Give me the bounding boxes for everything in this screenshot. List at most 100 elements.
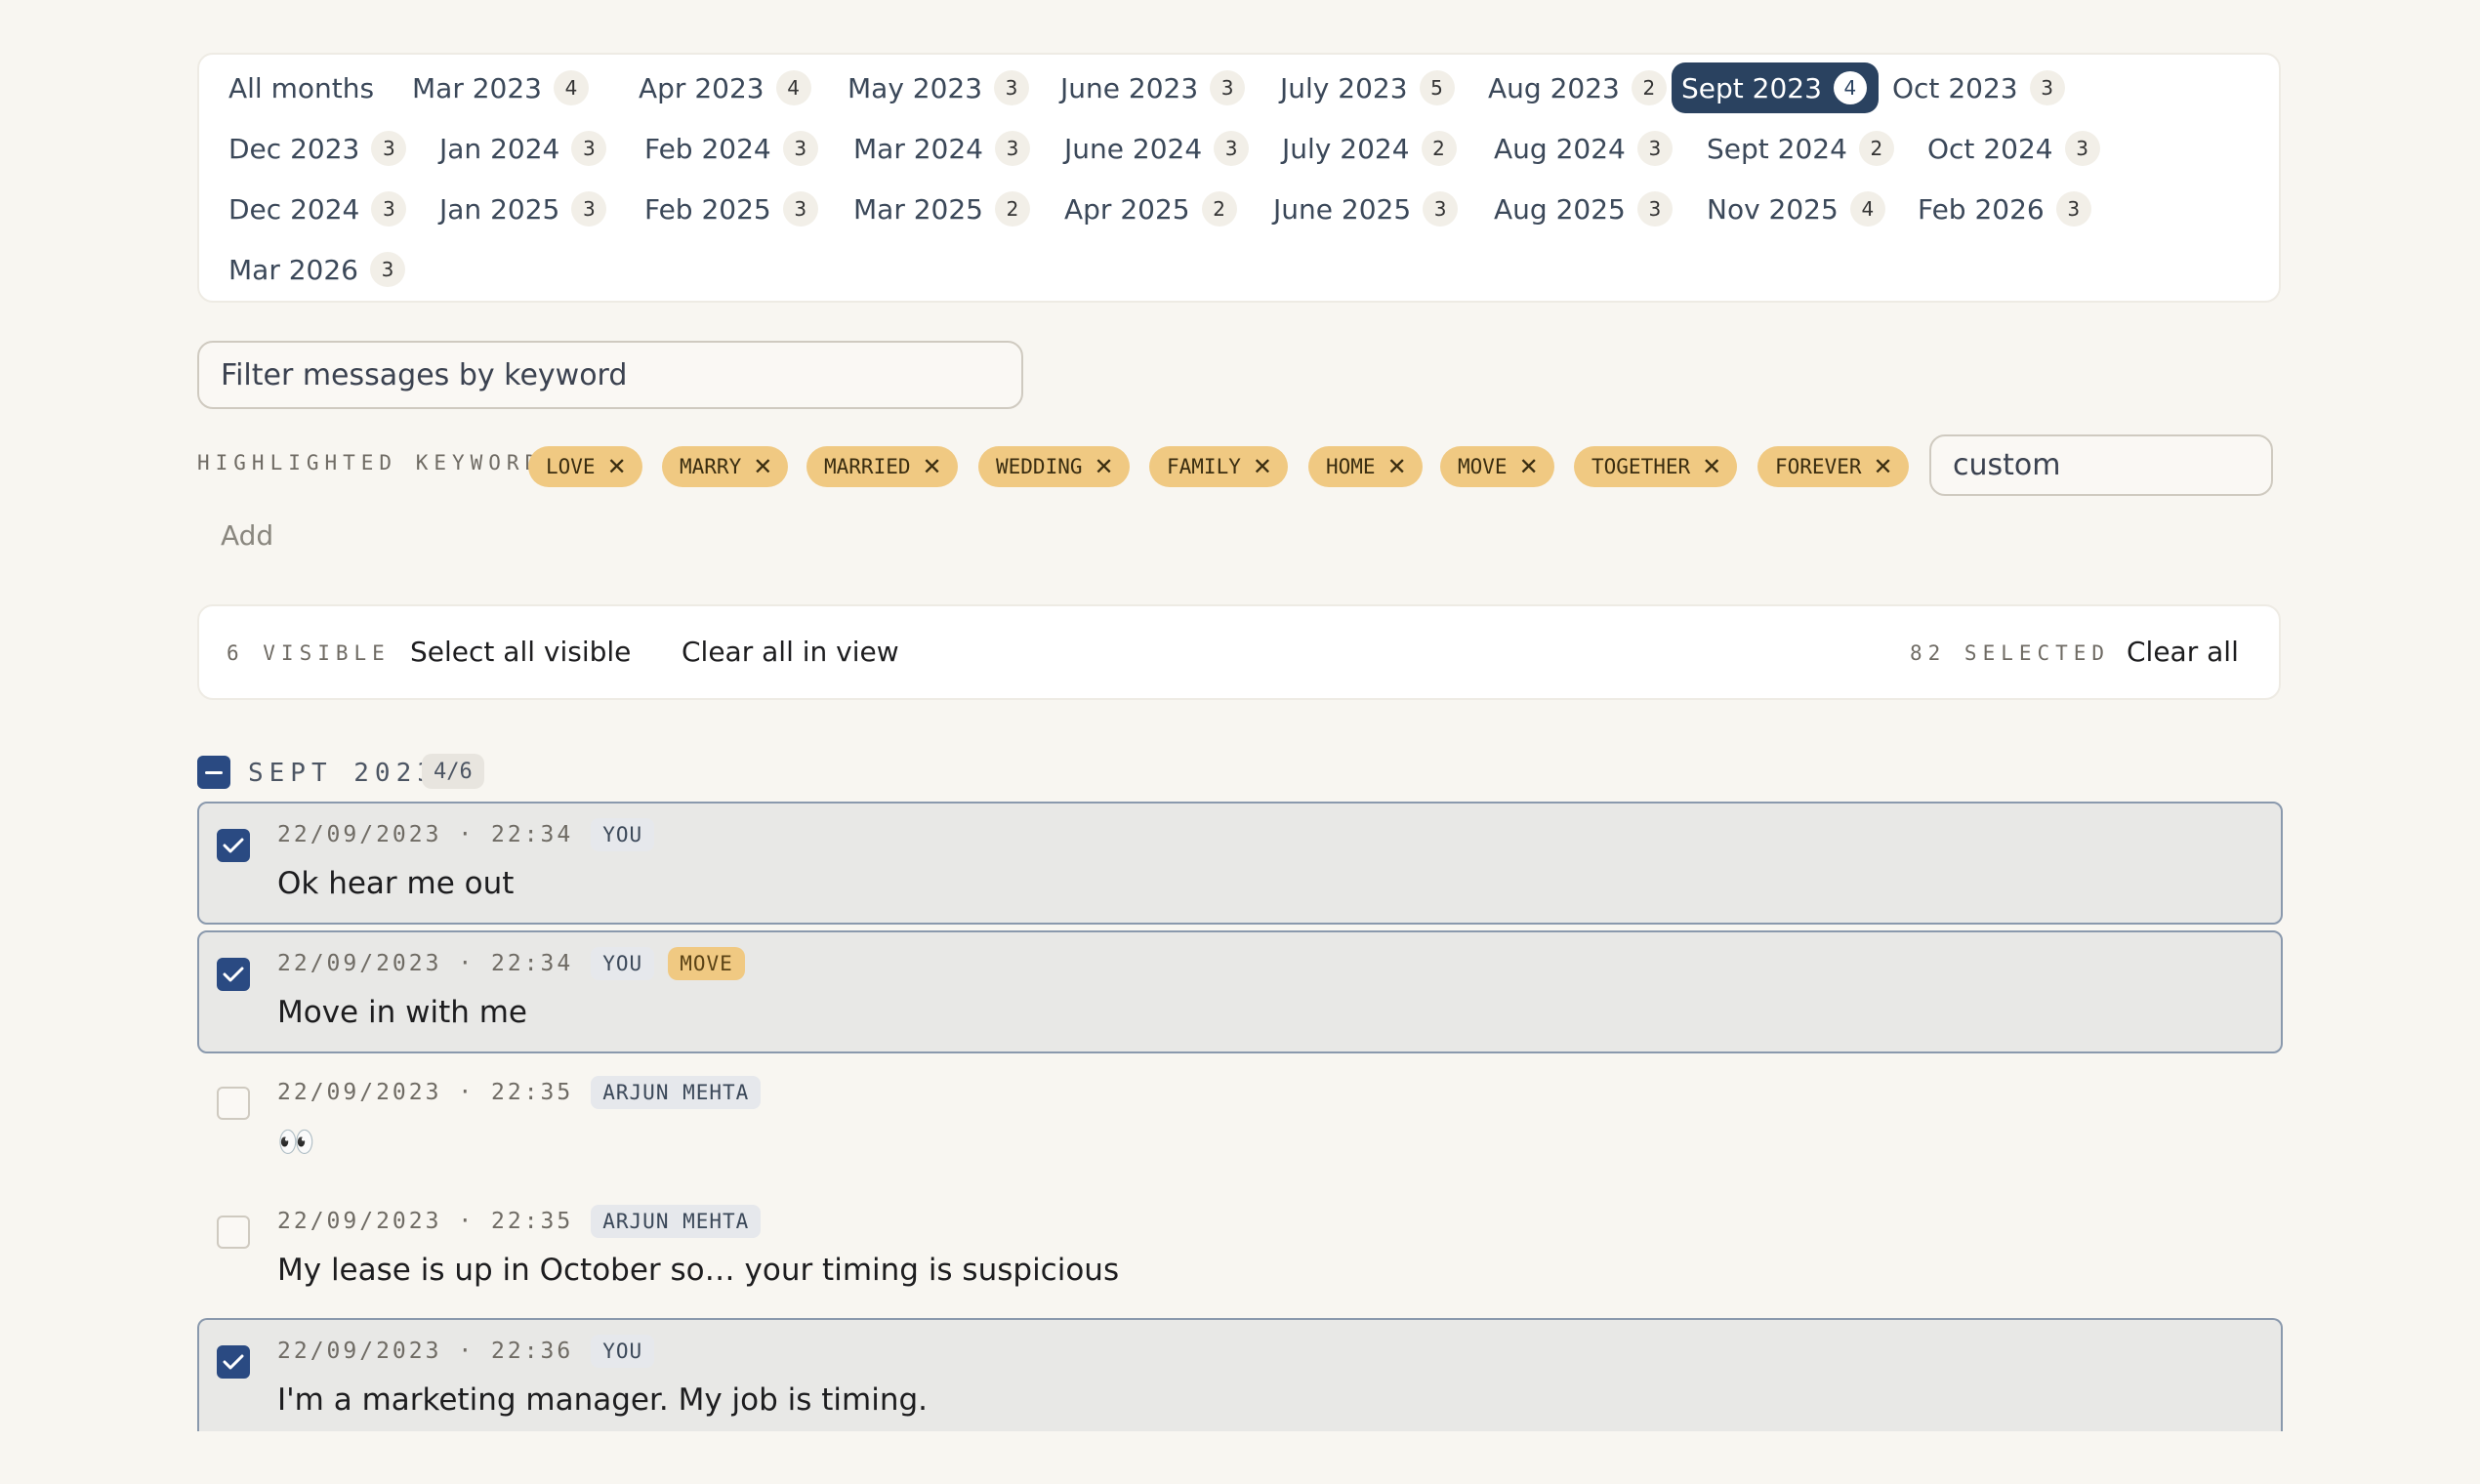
month-jan-2025[interactable]: Jan 2025 3 xyxy=(430,184,618,234)
month-label: All months xyxy=(228,71,375,104)
keyword-chip-marry[interactable]: MARRY ✕ xyxy=(662,446,789,487)
message-row[interactable]: 22/09/2023 · 22:35 ARJUN MEHTA My lease … xyxy=(197,1188,2283,1311)
selected-count: 82 SELECTED xyxy=(1910,641,2111,665)
month-label: Aug 2023 xyxy=(1488,71,1620,104)
month-feb-2024[interactable]: Feb 2024 3 xyxy=(635,123,830,174)
month-mar-2026[interactable]: Mar 2026 3 xyxy=(219,244,417,295)
message-text: My lease is up in October so… your timin… xyxy=(277,1253,1120,1288)
keyword-chip-move[interactable]: MOVE ✕ xyxy=(1440,446,1554,487)
message-row[interactable]: 22/09/2023 · 22:35 ARJUN MEHTA 👀 xyxy=(197,1059,2283,1182)
month-feb-2026[interactable]: Feb 2026 3 xyxy=(1908,184,2103,234)
month-sept-2023[interactable]: Sept 2023 4 xyxy=(1672,62,1879,113)
month-nov-2025[interactable]: Nov 2025 4 xyxy=(1697,184,1897,234)
keyword-chip-label: HOME xyxy=(1326,455,1376,478)
month-aug-2024[interactable]: Aug 2024 3 xyxy=(1484,123,1684,174)
remove-keyword-icon[interactable]: ✕ xyxy=(1387,453,1407,480)
message-checkbox[interactable] xyxy=(217,1087,250,1120)
keyword-chip-wedding[interactable]: WEDDING ✕ xyxy=(978,446,1130,487)
remove-keyword-icon[interactable]: ✕ xyxy=(923,453,942,480)
message-row[interactable]: 22/09/2023 · 22:36 YOU I'm a marketing m… xyxy=(197,1318,2283,1431)
month-label: Mar 2023 xyxy=(412,71,542,104)
month-june-2025[interactable]: June 2025 3 xyxy=(1263,184,1469,234)
month-mar-2023[interactable]: Mar 2023 4 xyxy=(402,62,600,113)
keyword-chip-forever[interactable]: FOREVER ✕ xyxy=(1757,446,1909,487)
group-select-checkbox[interactable] xyxy=(197,756,230,789)
keyword-filter-input[interactable] xyxy=(197,341,1023,409)
keyword-chip-love[interactable]: LOVE ✕ xyxy=(528,446,642,487)
message-timestamp: 22/09/2023 · 22:35 xyxy=(277,1209,574,1234)
month-aug-2025[interactable]: Aug 2025 3 xyxy=(1484,184,1684,234)
message-checkbox[interactable] xyxy=(217,958,250,991)
month-count: 2 xyxy=(1631,70,1667,105)
message-text: Ok hear me out xyxy=(277,866,515,901)
message-text: Move in with me xyxy=(277,995,527,1030)
message-row[interactable]: 22/09/2023 · 22:34 YOU MOVE Move in with… xyxy=(197,930,2283,1053)
remove-keyword-icon[interactable]: ✕ xyxy=(1702,453,1721,480)
keyword-chip-family[interactable]: FAMILY ✕ xyxy=(1149,446,1288,487)
message-checkbox[interactable] xyxy=(217,1345,250,1379)
month-count: 3 xyxy=(571,191,607,227)
month-dec-2023[interactable]: Dec 2023 3 xyxy=(219,123,418,174)
month-count: 3 xyxy=(1636,191,1673,227)
month-count: 3 xyxy=(1423,191,1459,227)
month-may-2023[interactable]: May 2023 3 xyxy=(838,62,1041,113)
month-july-2023[interactable]: July 2023 5 xyxy=(1270,62,1467,113)
month-dec-2024[interactable]: Dec 2024 3 xyxy=(219,184,418,234)
message-checkbox[interactable] xyxy=(217,1216,250,1249)
select-all-visible-button[interactable]: Select all visible xyxy=(410,636,631,668)
message-text: 👀 xyxy=(277,1125,315,1160)
month-mar-2024[interactable]: Mar 2024 3 xyxy=(844,123,1042,174)
month-aug-2023[interactable]: Aug 2023 2 xyxy=(1478,62,1678,113)
month-sept-2024[interactable]: Sept 2024 2 xyxy=(1697,123,1906,174)
month-label: Dec 2024 xyxy=(228,192,360,226)
month-label: Feb 2025 xyxy=(644,192,771,226)
keyword-chip-home[interactable]: HOME ✕ xyxy=(1308,446,1423,487)
month-feb-2025[interactable]: Feb 2025 3 xyxy=(635,184,830,234)
highlighted-keywords-label: HIGHLIGHTED KEYWORDS xyxy=(197,451,561,474)
clear-all-button[interactable]: Clear all xyxy=(2127,636,2239,668)
month-oct-2023[interactable]: Oct 2023 3 xyxy=(1882,62,2077,113)
month-apr-2025[interactable]: Apr 2025 2 xyxy=(1054,184,1249,234)
month-label: Feb 2024 xyxy=(644,132,771,165)
month-count: 4 xyxy=(1849,191,1885,227)
month-july-2024[interactable]: July 2024 2 xyxy=(1272,123,1468,174)
visible-count: 6 VISIBLE xyxy=(227,641,391,665)
remove-keyword-icon[interactable]: ✕ xyxy=(1095,453,1114,480)
month-june-2023[interactable]: June 2023 3 xyxy=(1051,62,1257,113)
remove-keyword-icon[interactable]: ✕ xyxy=(753,453,772,480)
keyword-chip-label: FAMILY xyxy=(1167,455,1241,478)
remove-keyword-icon[interactable]: ✕ xyxy=(1874,453,1893,480)
keyword-chip-together[interactable]: TOGETHER ✕ xyxy=(1574,446,1738,487)
month-label: Jan 2024 xyxy=(439,132,560,165)
message-meta: 22/09/2023 · 22:34 YOU MOVE xyxy=(277,946,745,981)
month-label: Aug 2025 xyxy=(1494,192,1626,226)
message-text: I'm a marketing manager. My job is timin… xyxy=(277,1382,929,1418)
month-label: July 2023 xyxy=(1280,71,1408,104)
message-row[interactable]: 22/09/2023 · 22:34 YOU Ok hear me out xyxy=(197,802,2283,925)
month-june-2024[interactable]: June 2024 3 xyxy=(1054,123,1261,174)
month-oct-2024[interactable]: Oct 2024 3 xyxy=(1918,123,2112,174)
keyword-chip-label: TOGETHER xyxy=(1591,455,1691,478)
month-jan-2024[interactable]: Jan 2024 3 xyxy=(430,123,618,174)
month-mar-2025[interactable]: Mar 2025 2 xyxy=(844,184,1042,234)
custom-keyword-input[interactable] xyxy=(1929,434,2273,496)
month-label: Dec 2023 xyxy=(228,132,360,165)
remove-keyword-icon[interactable]: ✕ xyxy=(1519,453,1539,480)
message-meta: 22/09/2023 · 22:35 ARJUN MEHTA xyxy=(277,1075,762,1110)
month-label: June 2023 xyxy=(1060,71,1199,104)
month-count: 4 xyxy=(1833,71,1867,104)
keyword-tag: MOVE xyxy=(668,947,745,980)
month-label: Jan 2025 xyxy=(439,192,560,226)
group-title: SEPT 2023 xyxy=(248,759,438,788)
message-checkbox[interactable] xyxy=(217,829,250,862)
month-all[interactable]: All months xyxy=(219,62,386,113)
remove-keyword-icon[interactable]: ✕ xyxy=(1253,453,1272,480)
keyword-chip-married[interactable]: MARRIED ✕ xyxy=(806,446,958,487)
checkmark-icon xyxy=(223,838,244,853)
month-count: 3 xyxy=(371,131,407,166)
remove-keyword-icon[interactable]: ✕ xyxy=(607,453,627,480)
keyword-chip-label: FOREVER xyxy=(1775,455,1862,478)
month-apr-2023[interactable]: Apr 2023 4 xyxy=(629,62,823,113)
add-keyword-button[interactable]: Add xyxy=(221,519,273,552)
clear-all-in-view-button[interactable]: Clear all in view xyxy=(682,636,899,668)
